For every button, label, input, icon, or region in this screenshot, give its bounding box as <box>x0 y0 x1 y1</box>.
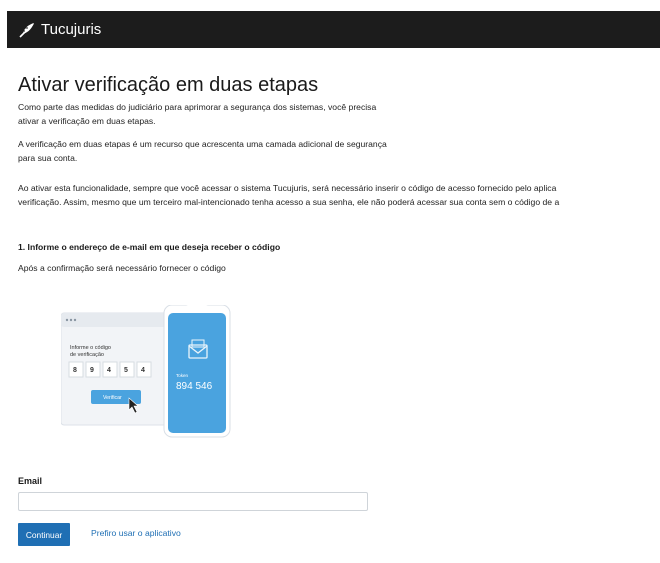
illustration-token-value: 894 546 <box>176 381 213 392</box>
two-factor-illustration: Informe o código de verificação 8 9 4 5 … <box>60 304 241 445</box>
info-text-line: verificação. Assim, mesmo que um terceir… <box>18 197 560 207</box>
illustration-digit: 5 <box>124 367 128 374</box>
illustration-digit: 8 <box>73 367 77 374</box>
feather-icon <box>18 22 36 38</box>
step-subtitle: Após a confirmação será necessário forne… <box>18 263 226 273</box>
page-title: Ativar verificação em duas etapas <box>18 74 319 96</box>
illustration-digit: 4 <box>141 367 145 374</box>
email-input[interactable] <box>18 492 368 511</box>
top-bar: Tucujuris <box>7 11 660 48</box>
illustration-digit: 9 <box>90 367 94 374</box>
illustration-token-label: Token <box>176 373 189 378</box>
illustration-prompt: Informe o código <box>70 345 111 351</box>
continue-button[interactable]: Continuar <box>18 523 70 546</box>
step-title: 1. Informe o endereço de e-mail em que d… <box>18 242 281 252</box>
email-label: Email <box>18 476 43 486</box>
description-text-line: para sua conta. <box>18 153 78 163</box>
use-app-link[interactable]: Prefiro usar o aplicativo <box>91 528 181 538</box>
brand-name[interactable]: Tucujuris <box>41 21 101 38</box>
illustration-prompt: de verificação <box>70 352 104 358</box>
intro-text-line: Como parte das medidas do judiciário par… <box>18 102 377 112</box>
illustration-verify-label: Verificar <box>103 395 122 401</box>
intro-text-line: ativar a verificação em duas etapas. <box>18 116 156 126</box>
info-text-line: Ao ativar esta funcionalidade, sempre qu… <box>18 183 557 193</box>
description-text-line: A verificação em duas etapas é um recurs… <box>18 139 387 149</box>
illustration-digit: 4 <box>107 367 111 374</box>
